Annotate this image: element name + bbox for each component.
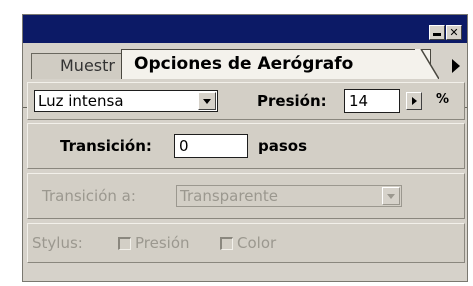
- chevron-down-icon: [203, 98, 211, 104]
- chevron-right-icon: [411, 97, 417, 105]
- fade-steps-input[interactable]: 0: [174, 134, 248, 158]
- blend-mode-value: Luz intensa: [38, 92, 124, 110]
- tab-muestras[interactable]: Muestr: [31, 53, 123, 79]
- fade-label: Transición:: [60, 137, 152, 155]
- stylus-row: Stylus: Presión Color: [27, 223, 465, 263]
- fade-steps-value: 0: [179, 137, 189, 155]
- close-icon: ✕: [449, 26, 459, 39]
- palette-titlebar[interactable]: ✕: [23, 15, 467, 43]
- stylus-pressure-label: Presión: [135, 234, 190, 252]
- fade-row: Transición: 0 pasos: [27, 123, 465, 169]
- fade-unit: pasos: [258, 137, 308, 155]
- pressure-slider-button[interactable]: [406, 92, 422, 110]
- chevron-down-icon: [387, 193, 395, 199]
- stylus-label: Stylus:: [32, 234, 83, 252]
- fade-to-row: Transición a: Transparente: [27, 173, 465, 219]
- stylus-pressure-checkbox[interactable]: [118, 237, 131, 250]
- tab-opciones-aerografo[interactable]: Opciones de Aerógrafo: [121, 49, 431, 79]
- pressure-value: 14: [349, 92, 369, 110]
- stylus-color-label: Color: [237, 234, 277, 252]
- tab-muestras-label: Muestr: [60, 56, 115, 75]
- tab-strip: Muestr Opciones de Aerógrafo: [23, 43, 467, 108]
- close-button[interactable]: ✕: [446, 25, 462, 40]
- fade-to-label: Transición a:: [42, 187, 136, 205]
- fade-to-dropdown-button[interactable]: [382, 187, 400, 205]
- tab-edge-shape: [415, 49, 439, 79]
- blend-mode-select[interactable]: Luz intensa: [34, 90, 218, 112]
- fade-to-select[interactable]: Transparente: [176, 185, 402, 207]
- pressure-label: Presión:: [257, 92, 327, 110]
- blend-mode-dropdown-button[interactable]: [198, 92, 216, 110]
- minimize-button[interactable]: [429, 25, 445, 40]
- minimize-icon: [433, 33, 441, 36]
- palette-menu-button[interactable]: [449, 57, 463, 75]
- stylus-color-checkbox[interactable]: [220, 237, 233, 250]
- pressure-unit: %: [436, 92, 450, 107]
- pressure-input[interactable]: 14: [344, 89, 400, 113]
- mode-pressure-row: Luz intensa Presión: 14 %: [27, 82, 465, 120]
- tab-opciones-aerografo-label: Opciones de Aerógrafo: [134, 54, 354, 74]
- airbrush-options-palette: ✕ Muestr Opciones de Aerógrafo Luz inten…: [22, 14, 468, 282]
- fade-to-value: Transparente: [180, 187, 279, 205]
- palette-menu-arrow-icon: [452, 59, 460, 73]
